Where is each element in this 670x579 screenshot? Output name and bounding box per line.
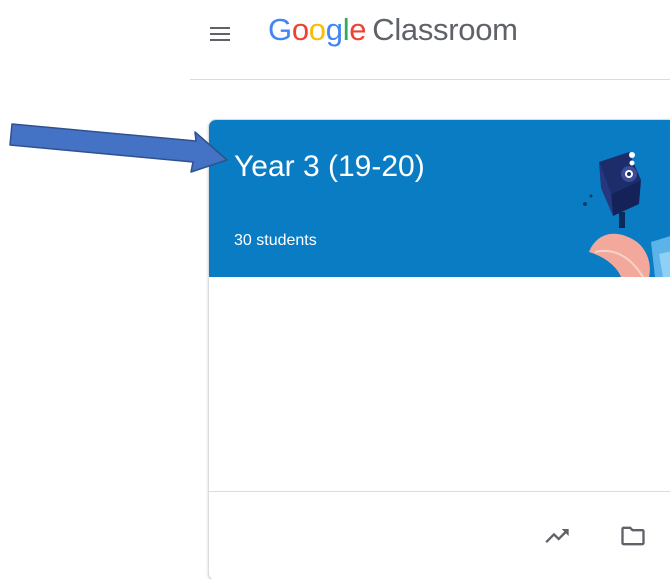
class-card-footer	[209, 491, 670, 579]
logo-product-name: Classroom	[372, 12, 518, 47]
folder-icon[interactable]	[619, 522, 647, 550]
app-header: Google Classroom	[190, 0, 670, 80]
class-student-count: 30 students	[234, 232, 317, 249]
logo-letter-g2: g	[325, 12, 343, 47]
annotation-arrow	[9, 123, 228, 173]
class-card[interactable]: Year 3 (19-20) 30 students	[208, 119, 670, 579]
hamburger-menu-icon[interactable]	[208, 22, 232, 46]
logo-letter-e: e	[349, 12, 367, 47]
class-title[interactable]: Year 3 (19-20)	[234, 148, 425, 186]
page: Google Classroom Year 3 (19-20) 30 studen…	[0, 0, 670, 579]
logo-letter-o2: o	[308, 12, 326, 47]
class-theme-illustration	[583, 152, 670, 277]
google-classroom-logo[interactable]: Google Classroom	[268, 10, 518, 50]
logo-letter-g1: G	[268, 12, 292, 47]
class-card-body	[209, 277, 670, 491]
class-card-banner[interactable]: Year 3 (19-20) 30 students	[209, 120, 670, 277]
logo-letter-o1: o	[291, 12, 309, 47]
trending-up-icon[interactable]	[543, 522, 571, 550]
